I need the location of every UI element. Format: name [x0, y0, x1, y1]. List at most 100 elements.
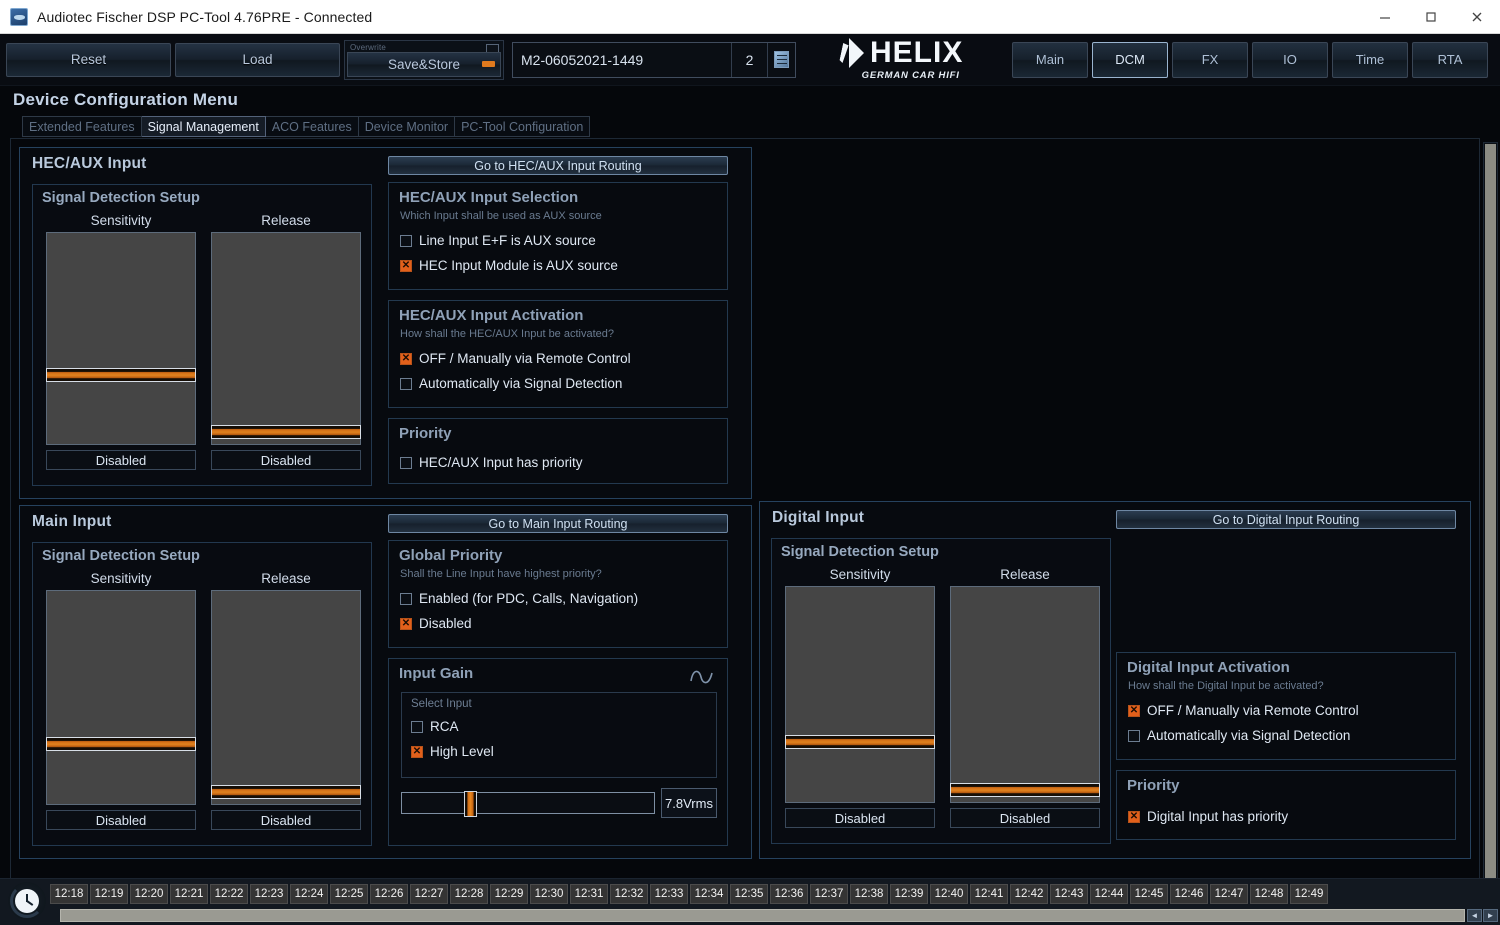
digital-input-release-handle[interactable] — [950, 783, 1100, 797]
timeline-tick[interactable]: 12:46 — [1170, 884, 1208, 904]
timeline-tick[interactable]: 12:36 — [770, 884, 808, 904]
timeline-tick[interactable]: 12:42 — [1010, 884, 1048, 904]
subtab-aco-features[interactable]: ACO Features — [265, 116, 359, 137]
tab-rta[interactable]: RTA — [1412, 41, 1488, 78]
timeline-tick[interactable]: 12:45 — [1130, 884, 1168, 904]
close-button[interactable] — [1454, 0, 1500, 33]
hec-aux-activation-option-auto[interactable]: Automatically via Signal Detection — [400, 376, 622, 391]
digital-input-priority-option[interactable]: Digital Input has priority — [1128, 809, 1288, 824]
checkbox-checked-icon[interactable] — [1128, 810, 1140, 823]
clock-icon[interactable] — [8, 882, 46, 920]
digital-input-activation-option-off-manual[interactable]: OFF / Manually via Remote Control — [1128, 703, 1359, 718]
scroll-right-icon[interactable]: ► — [1483, 909, 1498, 922]
subtab-signal-management[interactable]: Signal Management — [141, 116, 266, 137]
hec-aux-sensitivity-handle[interactable] — [46, 368, 196, 382]
hec-aux-activation-option-off-manual[interactable]: OFF / Manually via Remote Control — [400, 351, 631, 366]
digital-input-routing-button[interactable]: Go to Digital Input Routing — [1116, 510, 1456, 529]
timeline-tick[interactable]: 12:48 — [1250, 884, 1288, 904]
timeline-tick[interactable]: 12:44 — [1090, 884, 1128, 904]
timeline-tick[interactable]: 12:20 — [130, 884, 168, 904]
timeline-tick[interactable]: 12:18 — [50, 884, 88, 904]
input-gain-option-high-level[interactable]: High Level — [411, 744, 494, 759]
checkbox-unchecked-icon[interactable] — [400, 234, 412, 247]
tab-dcm[interactable]: DCM — [1092, 41, 1168, 78]
subtab-extended-features[interactable]: Extended Features — [22, 116, 142, 137]
save-store-button[interactable]: Save&Store — [347, 51, 501, 77]
digital-input-sensitivity-handle[interactable] — [785, 735, 935, 749]
load-button[interactable]: Load — [175, 42, 340, 77]
input-gain-handle[interactable] — [464, 791, 477, 817]
hec-aux-priority-option[interactable]: HEC/AUX Input has priority — [400, 455, 583, 470]
digital-input-sensitivity-slider[interactable] — [785, 586, 935, 803]
timeline-tick[interactable]: 12:32 — [610, 884, 648, 904]
hec-aux-release-slider[interactable] — [211, 232, 361, 445]
main-input-sensitivity-slider[interactable] — [46, 590, 196, 805]
timeline-tick[interactable]: 12:30 — [530, 884, 568, 904]
scroll-left-icon[interactable]: ◄ — [1467, 909, 1482, 922]
checkbox-checked-icon[interactable] — [1128, 704, 1140, 717]
main-input-sensitivity-handle[interactable] — [46, 737, 196, 751]
timeline-tick[interactable]: 12:26 — [370, 884, 408, 904]
checkbox-unchecked-icon[interactable] — [411, 720, 423, 733]
timeline-horizontal-scrollbar[interactable]: ◄ ► — [60, 909, 1498, 922]
checkbox-unchecked-icon[interactable] — [1128, 729, 1140, 742]
hec-aux-sensitivity-slider[interactable] — [46, 232, 196, 445]
preset-edit-button[interactable] — [767, 42, 795, 77]
timeline-tick[interactable]: 12:47 — [1210, 884, 1248, 904]
checkbox-unchecked-icon[interactable] — [400, 592, 412, 605]
hec-aux-selection-option-line-input[interactable]: Line Input E+F is AUX source — [400, 233, 596, 248]
main-input-routing-button[interactable]: Go to Main Input Routing — [388, 514, 728, 533]
page-vertical-scrollbar[interactable] — [1483, 142, 1498, 878]
timeline-tick[interactable]: 12:39 — [890, 884, 928, 904]
timeline-tick[interactable]: 12:33 — [650, 884, 688, 904]
timeline-tick[interactable]: 12:25 — [330, 884, 368, 904]
checkbox-checked-icon[interactable] — [400, 352, 412, 365]
timeline-tick[interactable]: 12:43 — [1050, 884, 1088, 904]
tab-fx[interactable]: FX — [1172, 41, 1248, 78]
main-input-release-handle[interactable] — [211, 785, 361, 799]
tab-main[interactable]: Main — [1012, 41, 1088, 78]
timeline-tick[interactable]: 12:23 — [250, 884, 288, 904]
preset-name-input[interactable]: M2-06052021-1449 — [513, 43, 731, 77]
timeline-tick[interactable]: 12:38 — [850, 884, 888, 904]
checkbox-checked-icon[interactable] — [400, 617, 412, 630]
timeline-tick[interactable]: 12:37 — [810, 884, 848, 904]
preset-number-value[interactable]: 2 — [731, 42, 767, 77]
digital-input-activation-option-auto[interactable]: Automatically via Signal Detection — [1128, 728, 1350, 743]
timeline-tick[interactable]: 12:35 — [730, 884, 768, 904]
tab-time[interactable]: Time — [1332, 41, 1408, 78]
maximize-button[interactable] — [1408, 0, 1454, 33]
timeline-tick[interactable]: 12:40 — [930, 884, 968, 904]
timeline-tick[interactable]: 12:22 — [210, 884, 248, 904]
checkbox-unchecked-icon[interactable] — [400, 377, 412, 390]
checkbox-checked-icon[interactable] — [411, 745, 423, 758]
subtab-pc-tool-configuration[interactable]: PC-Tool Configuration — [455, 116, 591, 137]
checkbox-checked-icon[interactable] — [400, 259, 412, 272]
input-gain-option-rca[interactable]: RCA — [411, 719, 459, 734]
hec-aux-routing-button[interactable]: Go to HEC/AUX Input Routing — [388, 156, 728, 175]
global-priority-option-enabled[interactable]: Enabled (for PDC, Calls, Navigation) — [400, 591, 638, 606]
digital-input-release-slider[interactable] — [950, 586, 1100, 803]
global-priority-option-disabled[interactable]: Disabled — [400, 616, 472, 631]
page-vertical-scrollbar-thumb[interactable] — [1485, 144, 1496, 878]
checkbox-unchecked-icon[interactable] — [400, 456, 412, 469]
timeline-tick[interactable]: 12:31 — [570, 884, 608, 904]
minimize-button[interactable] — [1362, 0, 1408, 33]
timeline-tick[interactable]: 12:28 — [450, 884, 488, 904]
timeline-tick[interactable]: 12:34 — [690, 884, 728, 904]
timeline-tick[interactable]: 12:41 — [970, 884, 1008, 904]
main-input-release-slider[interactable] — [211, 590, 361, 805]
timeline-tick[interactable]: 12:29 — [490, 884, 528, 904]
timeline-tick[interactable]: 12:24 — [290, 884, 328, 904]
hec-aux-release-handle[interactable] — [211, 425, 361, 439]
tab-io[interactable]: IO — [1252, 41, 1328, 78]
timeline-tick[interactable]: 12:19 — [90, 884, 128, 904]
timeline-tick[interactable]: 12:21 — [170, 884, 208, 904]
reset-button[interactable]: Reset — [6, 42, 171, 77]
timeline-tick[interactable]: 12:49 — [1290, 884, 1328, 904]
subtab-device-monitor[interactable]: Device Monitor — [358, 116, 456, 137]
timeline-tick[interactable]: 12:27 — [410, 884, 448, 904]
input-gain-slider[interactable] — [401, 791, 655, 817]
hec-aux-selection-option-hec-module[interactable]: HEC Input Module is AUX source — [400, 258, 618, 273]
timeline-scrollbar-thumb[interactable] — [60, 909, 1465, 922]
